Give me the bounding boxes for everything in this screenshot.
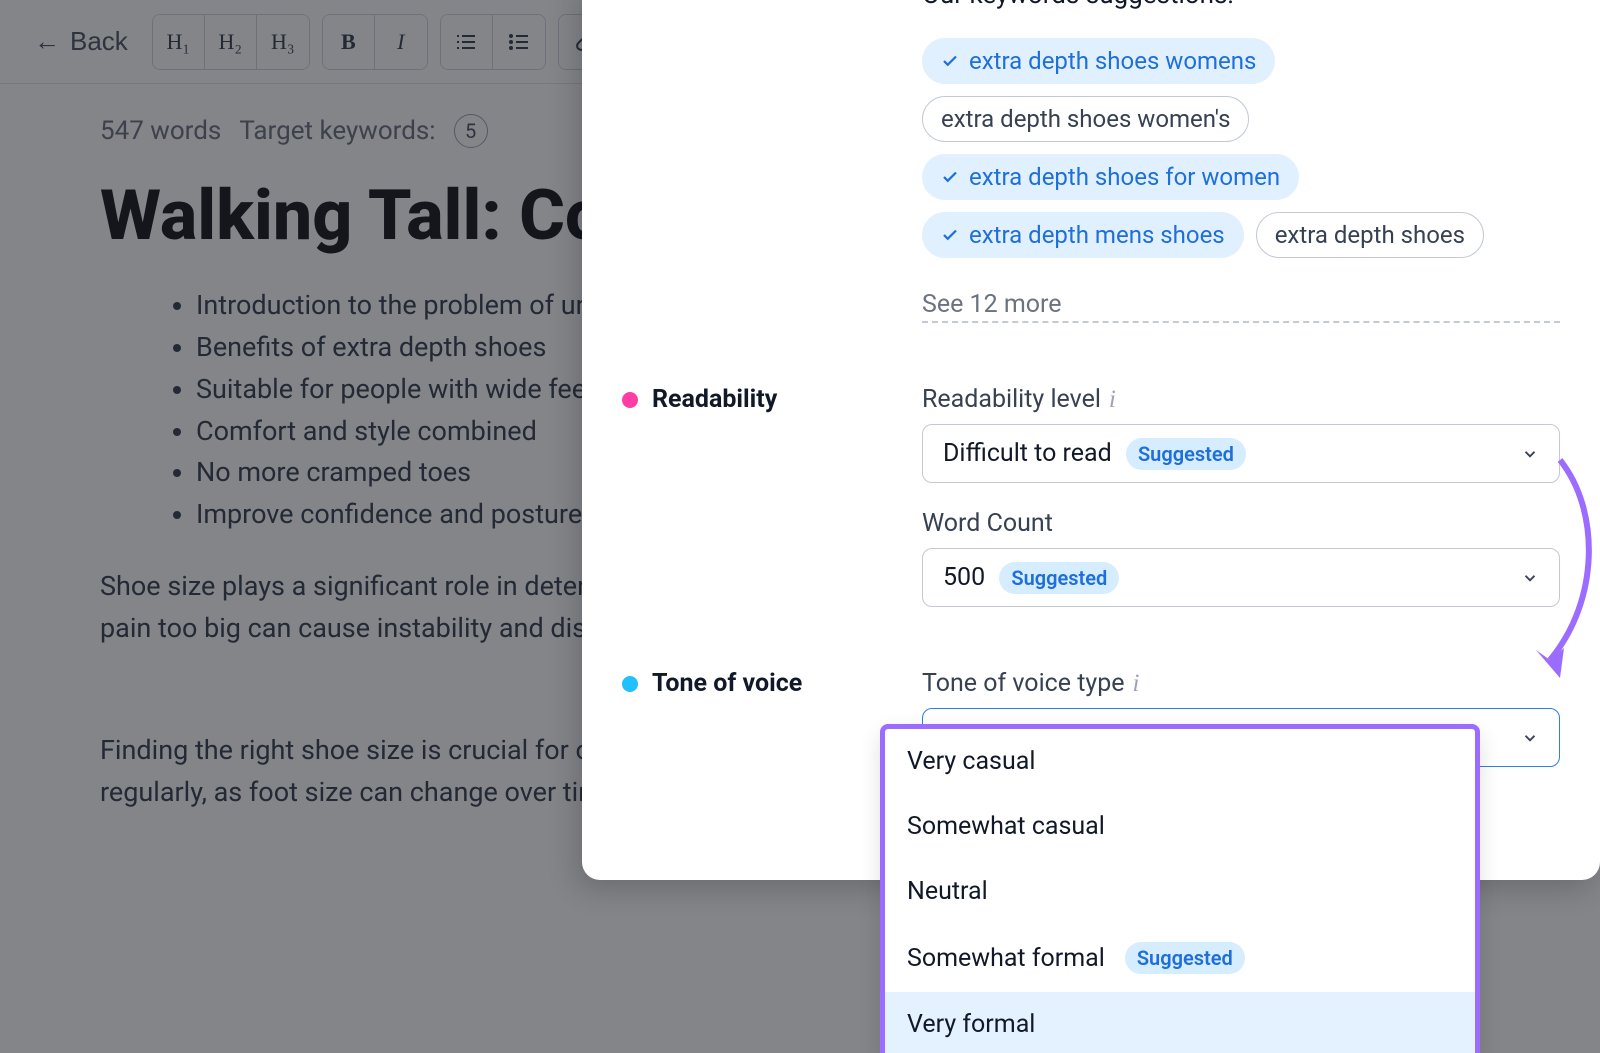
check-icon (941, 52, 959, 70)
chevron-down-icon (1521, 729, 1539, 747)
keyword-chip[interactable]: extra depth shoes womens (922, 38, 1275, 84)
suggested-badge: Suggested (1125, 942, 1245, 974)
chip-label: extra depth mens shoes (969, 221, 1225, 249)
keyword-chip[interactable]: extra depth shoes women's (922, 96, 1249, 142)
suggested-badge: Suggested (999, 562, 1119, 594)
readability-level-label: Readability level i (922, 385, 1560, 414)
section-label: Tone of voice (622, 669, 902, 698)
chip-label: extra depth shoes for women (969, 163, 1280, 191)
check-icon (941, 168, 959, 186)
select-value: Difficult to read (943, 439, 1112, 468)
tone-label: Tone of voice (652, 669, 802, 698)
tone-option[interactable]: Somewhat casual (885, 794, 1475, 859)
chevron-down-icon (1521, 569, 1539, 587)
tone-type-label: Tone of voice type i (922, 669, 1560, 698)
chip-label: extra depth shoes women's (941, 105, 1230, 133)
info-icon[interactable]: i (1133, 670, 1140, 698)
word-count-select[interactable]: 500 Suggested (922, 548, 1560, 607)
suggested-badge: Suggested (1126, 438, 1246, 470)
readability-level-select[interactable]: Difficult to read Suggested (922, 424, 1560, 483)
keywords-header: Our keywords suggestions: (922, 0, 1560, 10)
keyword-chip[interactable]: extra depth mens shoes (922, 212, 1244, 258)
info-icon[interactable]: i (1109, 386, 1116, 414)
chip-label: extra depth shoes (1275, 221, 1465, 249)
keyword-chip-list: extra depth shoes womens extra depth sho… (922, 38, 1560, 258)
see-more-link[interactable]: See 12 more (922, 290, 1560, 323)
section-label: Readability (622, 385, 902, 414)
pink-dot-icon (622, 392, 638, 408)
cyan-dot-icon (622, 676, 638, 692)
tone-option[interactable]: Neutral (885, 859, 1475, 924)
keyword-chip[interactable]: extra depth shoes for women (922, 154, 1299, 200)
readability-label: Readability (652, 385, 777, 414)
tone-option[interactable]: Very casual (885, 729, 1475, 794)
tone-option[interactable]: Somewhat formal Suggested (885, 924, 1475, 992)
tone-dropdown: Very casual Somewhat casual Neutral Some… (880, 724, 1480, 1053)
readability-section: Readability Readability level i Difficul… (622, 385, 1560, 607)
chip-label: extra depth shoes womens (969, 47, 1256, 75)
chevron-down-icon (1521, 445, 1539, 463)
keyword-chip[interactable]: extra depth shoes (1256, 212, 1484, 258)
word-count-label: Word Count (922, 509, 1560, 538)
select-value: 500 (943, 563, 985, 592)
check-icon (941, 226, 959, 244)
tone-option[interactable]: Very formal (885, 992, 1475, 1053)
